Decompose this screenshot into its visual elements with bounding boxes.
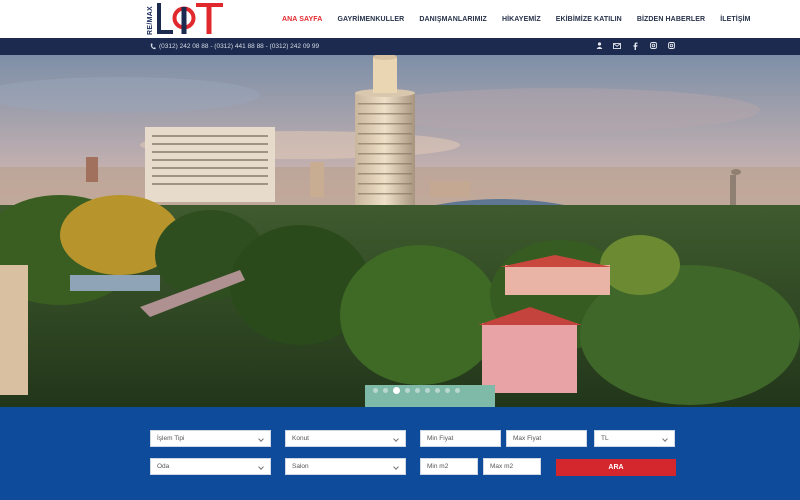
phone-numbers: (0312) 242 08 88 - (0312) 441 88 88 - (0… — [150, 38, 319, 55]
slider-dot[interactable] — [445, 388, 450, 393]
islem-tipi-select[interactable]: İşlem Tipi — [150, 430, 271, 447]
oda-select[interactable]: Oda — [150, 458, 271, 475]
slider-dot[interactable] — [415, 388, 420, 393]
slider-dot[interactable] — [455, 388, 460, 393]
nav-ekibimize-katilin[interactable]: EKİBİMİZE KATILIN — [556, 16, 622, 23]
page: RE/MAX ANA SAYFA GAYRİMENKULLER DANIŞMAN… — [0, 0, 800, 500]
remax-logo[interactable]: RE/MAX — [146, 0, 226, 38]
nav-ana-sayfa[interactable]: ANA SAYFA — [282, 16, 322, 23]
slider-dot[interactable] — [393, 387, 400, 394]
facebook-icon[interactable] — [626, 42, 644, 52]
phone-icon — [150, 43, 156, 50]
max-fiyat-input[interactable]: Max Fiyat — [506, 430, 587, 447]
search-button[interactable]: ARA — [556, 459, 676, 476]
min-m2-input[interactable]: Min m2 — [420, 458, 478, 475]
salon-select[interactable]: Salon — [285, 458, 406, 475]
property-search-panel: İşlem Tipi Konut Min Fiyat Max Fiyat TL … — [0, 407, 800, 500]
nav-iletisim[interactable]: İLETİŞİM — [720, 16, 750, 23]
nav-danismanlarimiz[interactable]: DANIŞMANLARIMIZ — [419, 16, 487, 23]
social-links — [590, 38, 680, 55]
contact-bar: (0312) 242 08 88 - (0312) 441 88 88 - (0… — [0, 38, 800, 55]
mail-icon[interactable] — [608, 42, 626, 51]
remax-wordmark: RE/MAX — [147, 5, 154, 35]
lot-logo-icon — [157, 3, 223, 34]
main-nav: ANA SAYFA GAYRİMENKULLER DANIŞMANLARIMIZ… — [282, 0, 766, 38]
instagram-icon[interactable] — [644, 42, 662, 51]
min-fiyat-input[interactable]: Min Fiyat — [420, 430, 501, 447]
instagram-icon[interactable] — [662, 42, 680, 51]
slider-dots — [373, 387, 465, 394]
slider-dot[interactable] — [405, 388, 410, 393]
currency-select[interactable]: TL — [594, 430, 675, 447]
user-icon[interactable] — [590, 42, 608, 51]
nav-hikayemiz[interactable]: HİKAYEMİZ — [502, 16, 541, 23]
phone-text: (0312) 242 08 88 - (0312) 441 88 88 - (0… — [159, 43, 320, 50]
nav-bizden-haberler[interactable]: BİZDEN HABERLER — [637, 16, 705, 23]
max-m2-input[interactable]: Max m2 — [483, 458, 541, 475]
site-header: RE/MAX ANA SAYFA GAYRİMENKULLER DANIŞMAN… — [0, 0, 800, 38]
hero-slider[interactable] — [0, 55, 800, 407]
slider-dot[interactable] — [435, 388, 440, 393]
slider-dot[interactable] — [383, 388, 388, 393]
slider-dot[interactable] — [373, 388, 378, 393]
konut-select[interactable]: Konut — [285, 430, 406, 447]
hero-city-image — [0, 55, 800, 407]
slider-dot[interactable] — [425, 388, 430, 393]
nav-gayrimenkuller[interactable]: GAYRİMENKULLER — [337, 16, 404, 23]
